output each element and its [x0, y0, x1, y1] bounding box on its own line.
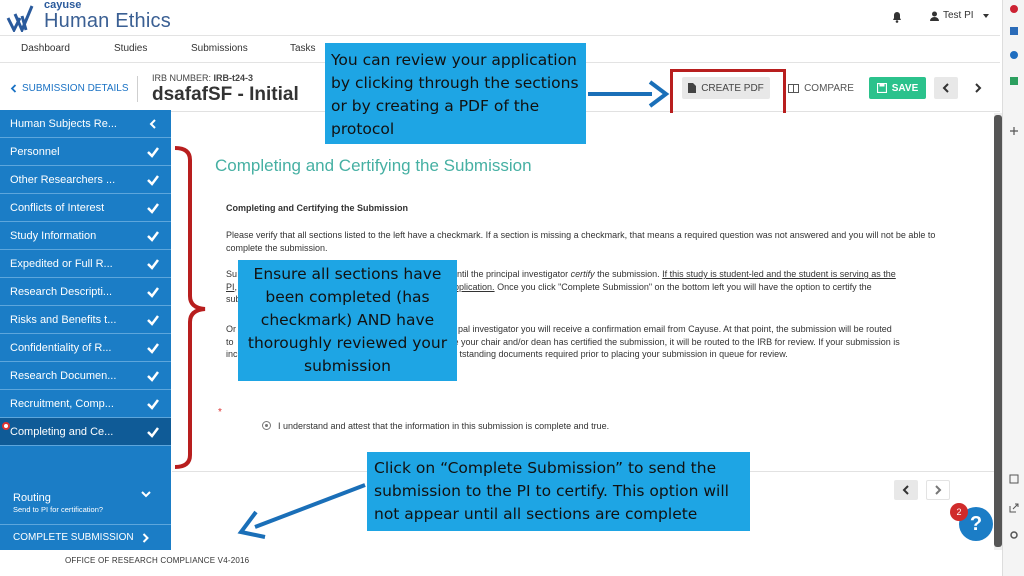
arrowhead-to-create-pdf [648, 80, 670, 108]
section-bracket [174, 146, 206, 469]
screen: cayuse Human Ethics Test PI Dashboard St… [0, 0, 1024, 576]
annotation-arrows [174, 80, 670, 539]
slide-footer: OFFICE OF RESEARCH COMPLIANCE V4-2016 [65, 556, 250, 565]
arrow-to-complete-submission [254, 483, 366, 529]
